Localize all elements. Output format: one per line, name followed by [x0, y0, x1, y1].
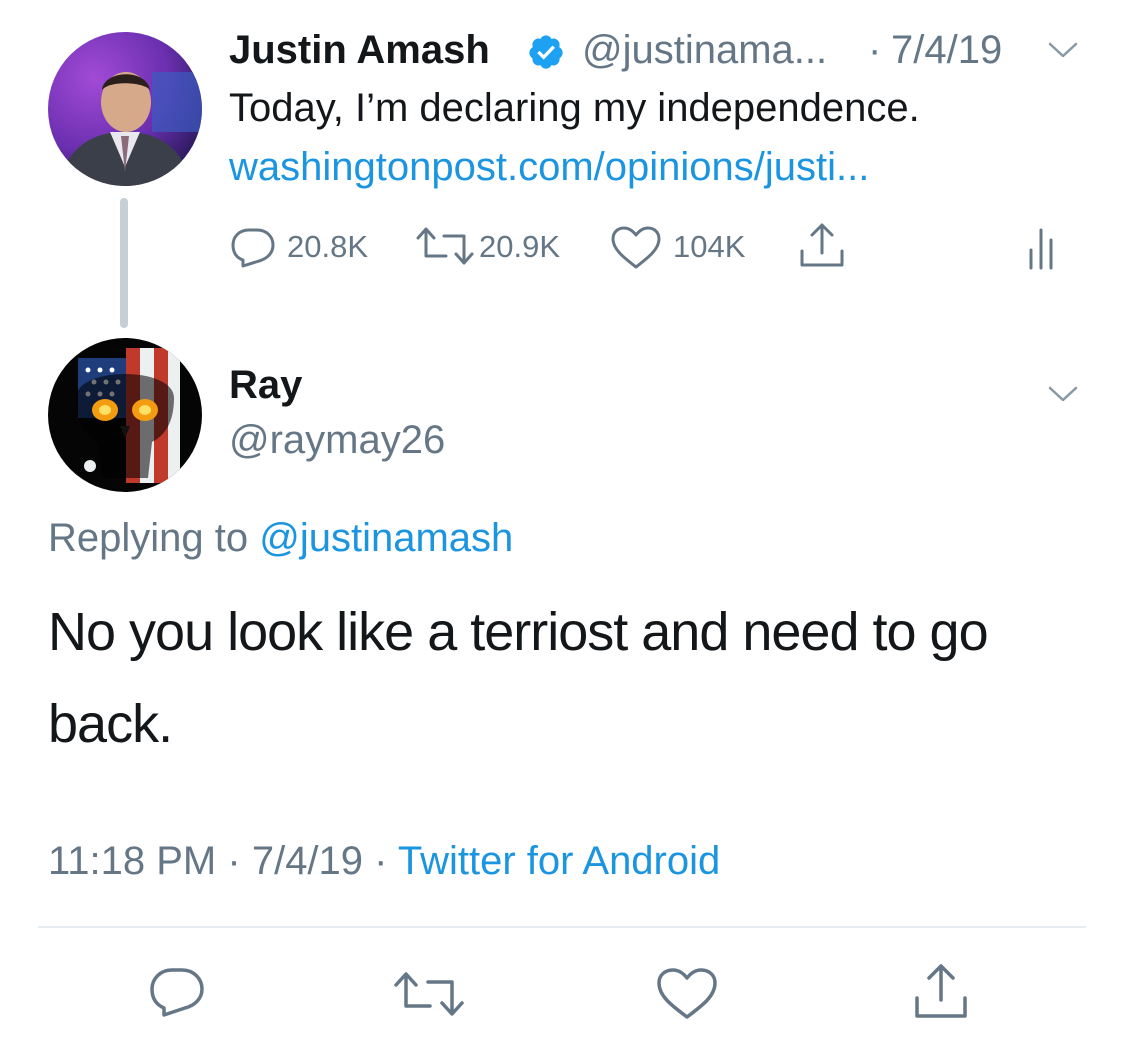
- action-retweet-icon[interactable]: [392, 968, 466, 1020]
- reply-author-name[interactable]: Ray: [229, 363, 302, 408]
- reply-author-handle[interactable]: @raymay26: [229, 418, 445, 463]
- tweet-source-link[interactable]: Twitter for Android: [398, 839, 720, 883]
- action-share-icon[interactable]: [910, 962, 972, 1022]
- quoted-author-name[interactable]: Justin Amash: [229, 28, 490, 73]
- divider: [38, 926, 1086, 928]
- reply-icon[interactable]: [229, 226, 277, 268]
- like-count: 104K: [673, 229, 746, 264]
- quoted-tweet-date[interactable]: 7/4/19: [891, 28, 1002, 73]
- quoted-date-separator: ·: [868, 28, 882, 72]
- tweet-time: 11:18 PM: [48, 839, 217, 883]
- retweet-icon[interactable]: [414, 224, 476, 268]
- action-reply-icon[interactable]: [148, 966, 206, 1018]
- meta-separator: ·: [227, 839, 241, 883]
- replying-to-mention[interactable]: @justinamash: [259, 516, 513, 560]
- reply-count: 20.8K: [287, 229, 369, 264]
- like-icon[interactable]: [609, 225, 663, 271]
- retweet-count: 20.9K: [479, 229, 561, 264]
- meta-separator: ·: [374, 839, 388, 883]
- chevron-down-icon[interactable]: [1046, 36, 1080, 62]
- quoted-author-handle[interactable]: @justinama...: [582, 28, 827, 73]
- avatar-ray[interactable]: [48, 338, 202, 492]
- thread-connector-line: [120, 198, 128, 328]
- reply-chevron-down-icon[interactable]: [1046, 380, 1080, 406]
- avatar-justin-amash[interactable]: [48, 32, 202, 186]
- reply-tweet-text: No you look like a terriost and need to …: [48, 602, 989, 754]
- quoted-tweet-text: Today, I’m declaring my independence.: [229, 86, 920, 130]
- replying-to-line: Replying to @justinamash: [48, 516, 513, 561]
- analytics-icon[interactable]: [1026, 224, 1056, 270]
- verified-badge-icon: [527, 33, 565, 71]
- tweet-date: 7/4/19: [251, 839, 364, 883]
- share-icon[interactable]: [796, 221, 848, 271]
- action-like-icon[interactable]: [655, 966, 719, 1022]
- quoted-tweet-link[interactable]: washingtonpost.com/opinions/justi...: [229, 145, 869, 190]
- replying-to-prefix: Replying to: [48, 516, 249, 560]
- tweet-meta-line: 11:18 PM · 7/4/19 · Twitter for Android: [48, 839, 720, 884]
